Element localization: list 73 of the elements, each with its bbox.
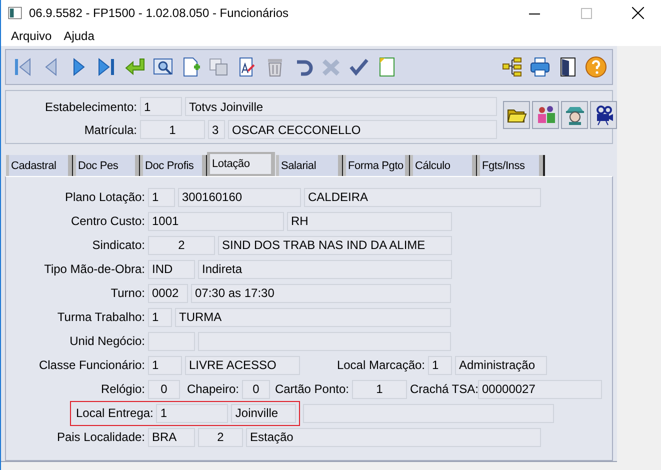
text-field[interactable]: 1001 <box>148 212 284 230</box>
text-field[interactable]: 1 <box>352 380 407 398</box>
person-hat-icon <box>564 104 586 126</box>
field-label: Centro Custo: <box>70 214 145 228</box>
text-field[interactable]: BRA <box>148 428 195 446</box>
text-field[interactable]: 00000027 <box>478 380 602 398</box>
text-field[interactable]: OSCAR CECCONELLO <box>228 120 497 139</box>
field-label: Matrícula: <box>83 122 137 136</box>
tree-icon <box>500 56 522 78</box>
tab[interactable]: Doc Pes <box>73 155 139 176</box>
tab[interactable]: Fgts/Inss <box>477 155 543 176</box>
field-label: Tipo Mão-de-Obra: <box>43 262 145 276</box>
menu-item[interactable]: Ajuda <box>58 29 100 43</box>
tab[interactable]: Salarial <box>276 155 342 176</box>
text-field[interactable]: 300160160 <box>178 188 301 206</box>
tab[interactable]: Cadastral <box>6 155 72 176</box>
text-field[interactable]: 1 <box>140 120 205 139</box>
text-field[interactable]: RH <box>287 212 452 230</box>
tab[interactable]: Doc Profis <box>140 155 206 176</box>
copy-icon <box>208 56 230 78</box>
field-label: Chapeiro: <box>186 382 239 396</box>
field-label: Cartão Ponto: <box>274 382 349 396</box>
enter-arrow-icon <box>124 56 146 78</box>
text-field[interactable]: LIVRE ACESSO <box>185 356 300 374</box>
field-label: Turma Trabalho: <box>56 310 145 324</box>
field-label: Pais Localidade: <box>56 430 145 444</box>
tab[interactable]: Lotação <box>207 152 275 176</box>
field-label: Relógio: <box>100 382 145 396</box>
text-field[interactable]: 0002 <box>148 284 188 302</box>
text-field[interactable]: Estação <box>246 428 541 446</box>
field-label: Classe Funcionário: <box>38 358 145 372</box>
text-field[interactable]: Totvs Joinville <box>185 97 497 116</box>
text-field[interactable]: Administração <box>455 356 547 374</box>
text-field[interactable]: 0 <box>242 380 270 398</box>
text-field[interactable]: 1 <box>140 97 182 116</box>
text-field[interactable]: Joinville <box>231 404 296 422</box>
menu-item[interactable]: Arquivo <box>5 29 58 43</box>
app-icon <box>7 6 23 20</box>
text-field[interactable]: 3 <box>208 120 225 139</box>
film-camera-button[interactable] <box>590 101 617 129</box>
field-label: Local Marcação: <box>336 358 425 372</box>
text-field[interactable]: CALDEIRA <box>304 188 541 206</box>
text-field[interactable]: 2 <box>148 236 215 254</box>
text-field[interactable]: Indireta <box>198 260 452 278</box>
people-button[interactable] <box>532 101 559 129</box>
checkmark-icon <box>348 56 370 78</box>
maximize-icon <box>580 8 592 18</box>
tab[interactable]: Forma Pgto <box>343 155 409 176</box>
field-label: Unid Negócio: <box>68 334 145 348</box>
close-icon <box>632 7 644 19</box>
folder-button[interactable] <box>503 101 530 129</box>
text-field[interactable]: 1 <box>156 404 228 422</box>
text-field[interactable]: 2 <box>198 428 243 446</box>
text-field[interactable]: 1 <box>148 308 172 326</box>
window-title: 06.9.5582 - FP1500 - 1.02.08.050 - Funcionários <box>29 6 290 20</box>
field-label: Estabelecimento: <box>44 100 137 114</box>
text-field[interactable]: 1 <box>428 356 452 374</box>
text-field[interactable]: 1 <box>148 188 175 206</box>
field-label: Plano Lotação: <box>64 190 145 204</box>
field-label: Crachá TSA: <box>410 382 475 396</box>
tab[interactable]: Cálculo <box>410 155 476 176</box>
text-field[interactable]: 1 <box>148 356 182 374</box>
text-field[interactable]: IND <box>148 260 195 278</box>
printer-icon <box>528 56 550 78</box>
field-label: Turno: <box>110 286 145 300</box>
field-label: Sindicato: <box>91 238 145 252</box>
text-field[interactable]: 0 <box>148 380 180 398</box>
help-icon <box>584 56 606 78</box>
text-field[interactable]: TURMA <box>175 308 451 326</box>
field-label: Local Entrega: <box>76 406 154 420</box>
person-hat-button[interactable] <box>561 101 588 129</box>
text-field[interactable]: SIND DOS TRAB NAS IND DA ALIME <box>218 236 452 254</box>
text-field[interactable]: 07:30 as 17:30 <box>191 284 451 302</box>
